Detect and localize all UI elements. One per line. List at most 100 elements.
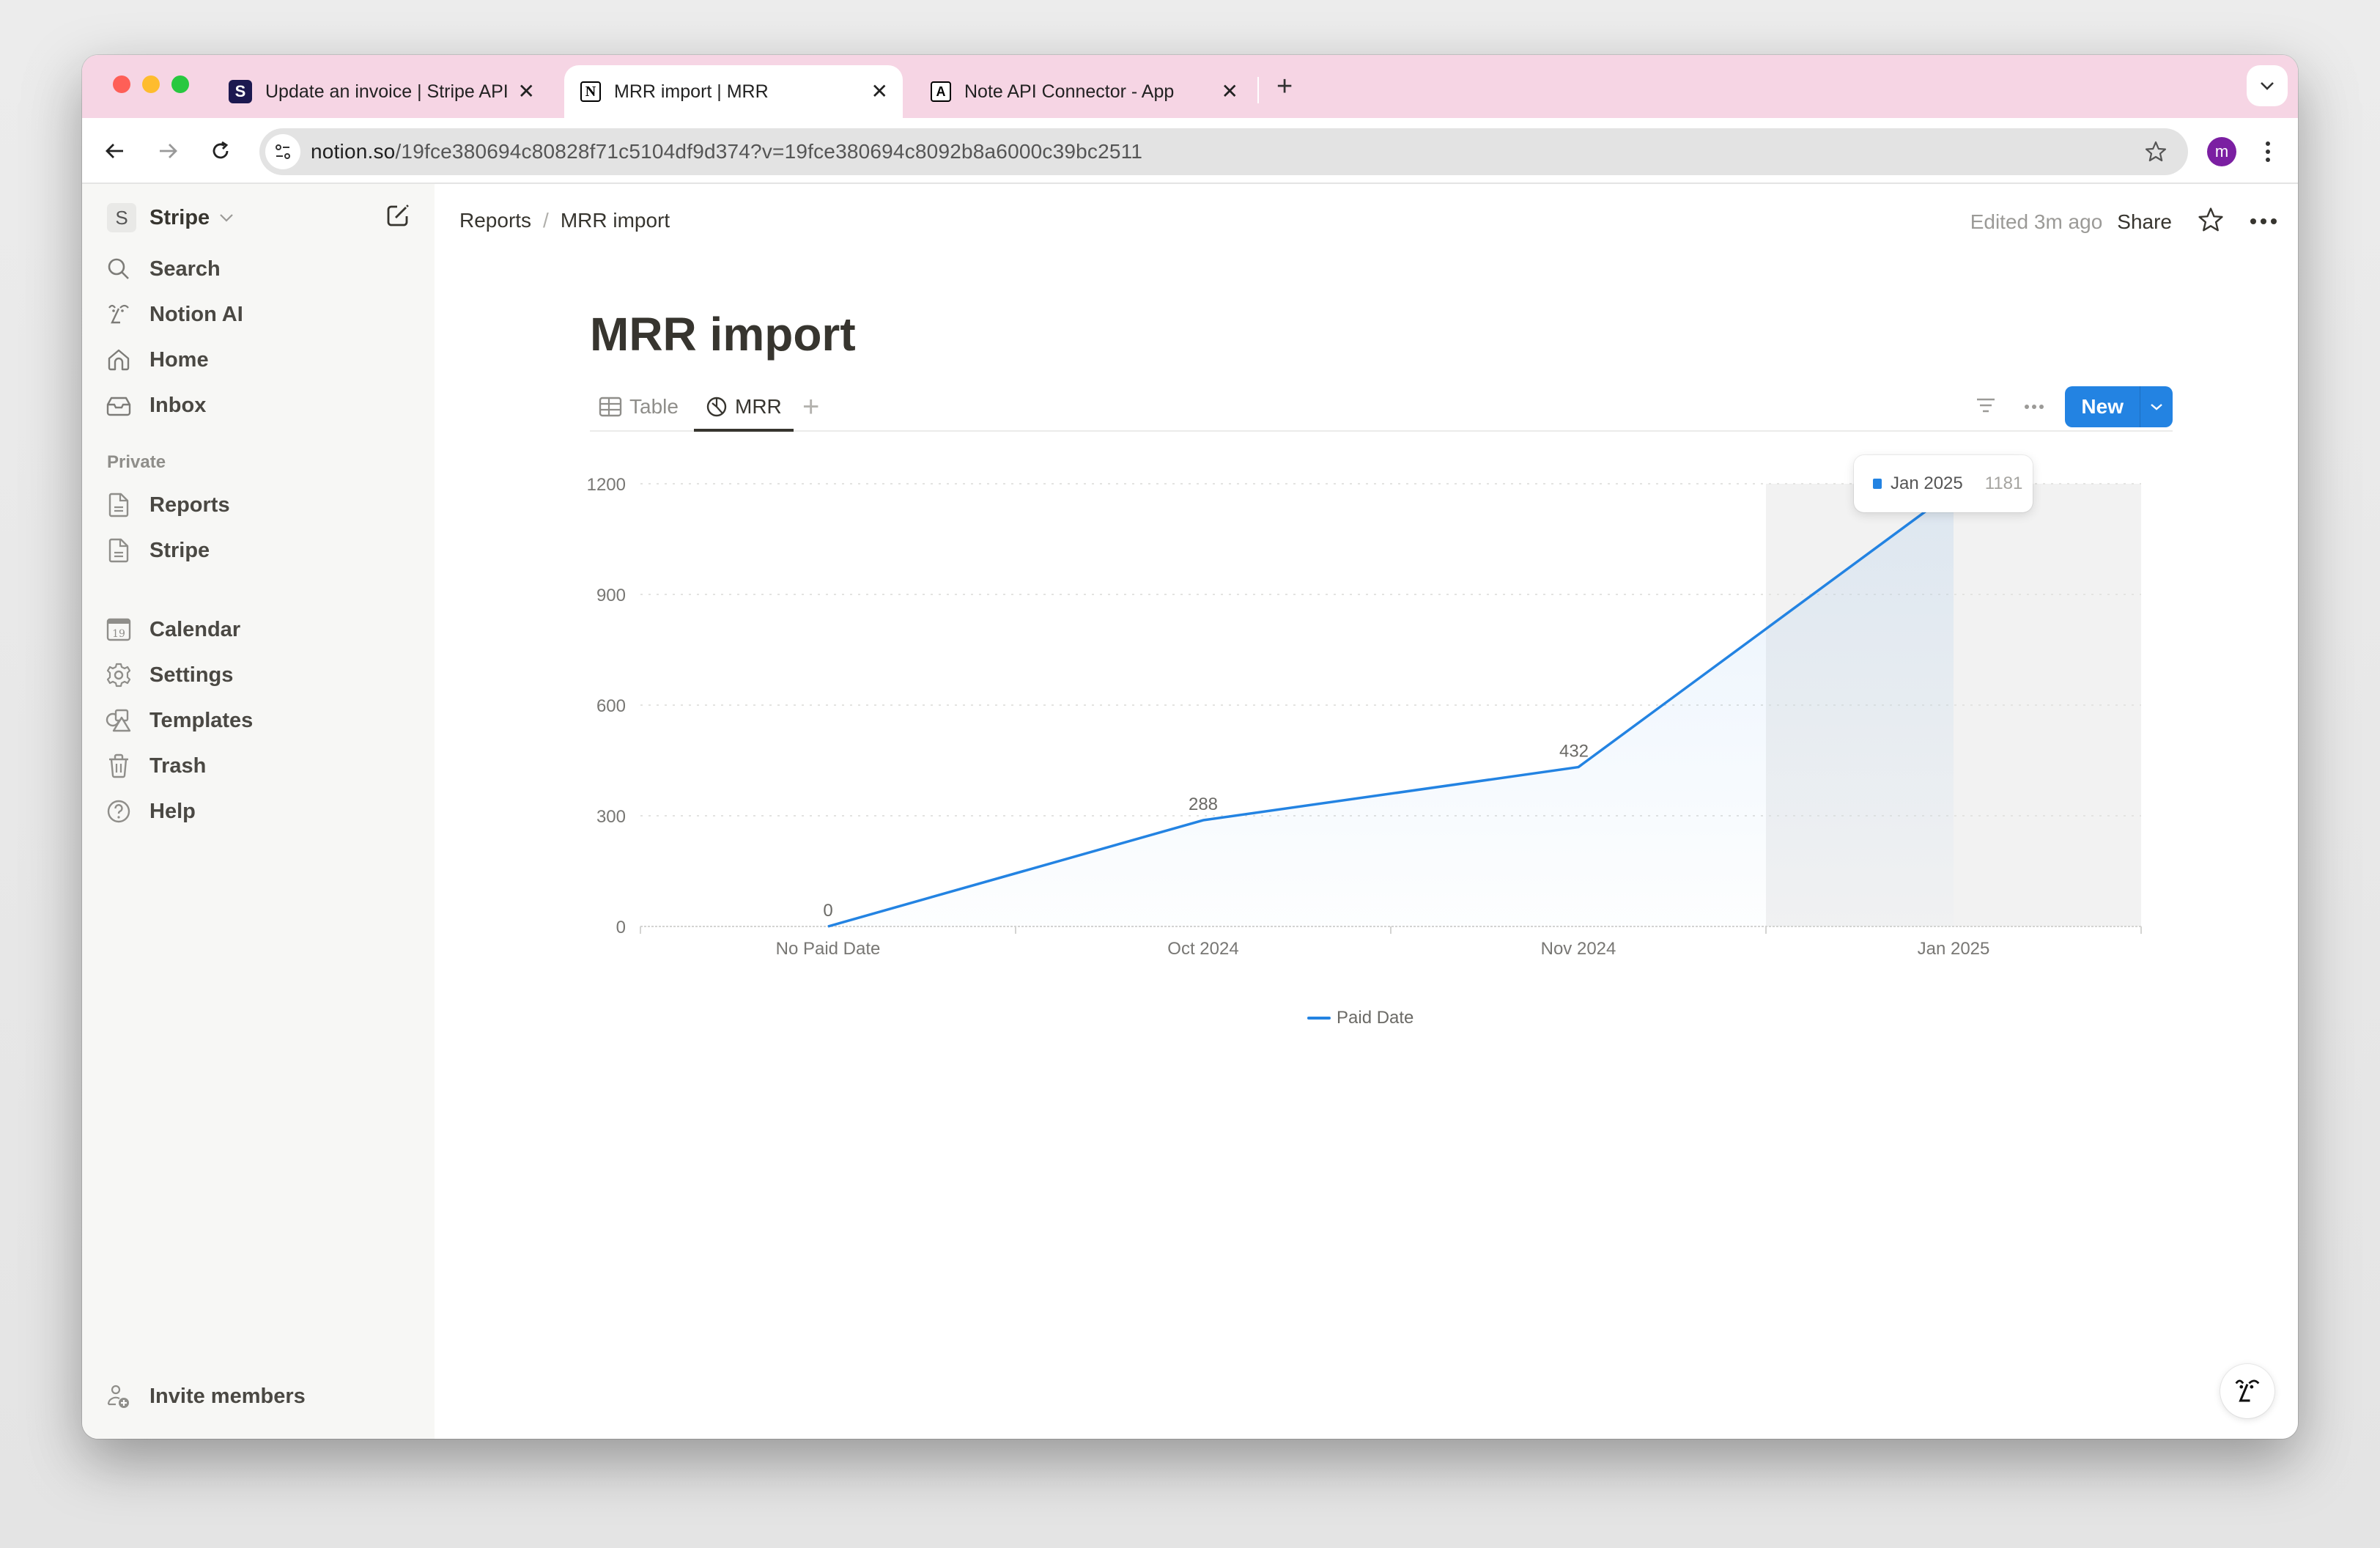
share-button[interactable]: Share	[2117, 210, 2172, 234]
tab-bar: S Update an invoice | Stripe API ✕ N MRR…	[82, 55, 2298, 118]
favorite-star-icon[interactable]	[2197, 206, 2225, 237]
invite-members-button[interactable]: Invite members	[104, 1376, 306, 1417]
sidebar-item-label: Settings	[149, 663, 234, 687]
browser-menu-icon[interactable]	[2257, 136, 2279, 168]
sidebar-item-settings[interactable]: Settings	[104, 655, 412, 696]
tooltip-value: 1181	[1984, 473, 2023, 493]
add-view-button[interactable]: +	[802, 392, 819, 421]
more-options-icon[interactable]	[2250, 215, 2277, 229]
new-tab-button[interactable]: +	[1276, 73, 1293, 100]
inbox-icon	[104, 391, 133, 420]
reload-button[interactable]	[202, 133, 239, 169]
tab-title: Note API Connector - App	[964, 81, 1175, 102]
arrow-left-icon	[106, 144, 123, 158]
sidebar-item-help[interactable]: Help	[104, 791, 412, 832]
sidebar-item-label: Help	[149, 799, 196, 823]
edited-timestamp[interactable]: Edited 3m ago	[1970, 210, 2103, 234]
view-options-icon[interactable]	[2024, 400, 2044, 413]
close-tab-icon[interactable]: ✕	[518, 81, 535, 102]
profile-avatar[interactable]: m	[2207, 137, 2236, 166]
browser-tab-api-connector[interactable]: A Note API Connector - App ✕	[914, 65, 1253, 118]
bookmark-star-icon[interactable]	[2144, 140, 2168, 167]
arrow-right-icon	[160, 144, 177, 158]
minimize-window-button[interactable]	[142, 75, 160, 93]
breadcrumb-item-current[interactable]: MRR import	[561, 209, 670, 232]
sidebar-item-notion-ai[interactable]: Notion AI	[104, 294, 412, 335]
view-tab-label: Table	[629, 395, 679, 418]
stripe-favicon-icon: S	[229, 80, 252, 103]
url-text[interactable]: notion.so/19fce380694c80828f71c5104df9d3…	[311, 140, 1142, 163]
page-icon	[104, 490, 133, 520]
tooltip-label: Jan 2025	[1891, 473, 1963, 493]
sidebar-item-label: Calendar	[149, 617, 241, 641]
new-page-button[interactable]	[385, 203, 410, 232]
calendar-icon: 19	[104, 615, 133, 644]
browser-tab-stripe[interactable]: S Update an invoice | Stripe API ✕	[212, 65, 550, 118]
sidebar-item-trash[interactable]: Trash	[104, 745, 412, 786]
chart-icon	[706, 397, 727, 417]
sidebar-item-label: Trash	[149, 753, 207, 778]
sidebar-item-search[interactable]: Search	[104, 248, 412, 290]
tab-title: MRR import | MRR	[614, 81, 769, 102]
sidebar: S Stripe Search Notion AI Home Inbox Pri…	[82, 184, 435, 1439]
sidebar-item-reports[interactable]: Reports	[104, 484, 412, 526]
notion-ai-button[interactable]	[2220, 1364, 2274, 1418]
chevron-down-icon	[2261, 82, 2274, 90]
page-icon	[104, 536, 133, 565]
sidebar-item-inbox[interactable]: Inbox	[104, 385, 412, 426]
section-label-private[interactable]: Private	[107, 452, 166, 473]
workspace-switcher[interactable]: S Stripe	[107, 203, 234, 232]
close-window-button[interactable]	[113, 75, 130, 93]
tab-search-button[interactable]	[2247, 65, 2288, 106]
tab-title: Update an invoice | Stripe API	[265, 81, 509, 102]
filter-icon[interactable]	[1976, 397, 1996, 418]
page-actions: Edited 3m ago Share	[1970, 206, 2277, 237]
close-tab-icon[interactable]: ✕	[1222, 81, 1238, 102]
view-toolbar: New	[1976, 386, 2173, 427]
table-icon	[599, 397, 622, 417]
legend-swatch	[1307, 1017, 1331, 1020]
notion-favicon-icon: N	[580, 81, 601, 102]
forward-button[interactable]	[149, 133, 186, 169]
address-bar[interactable]: notion.so/19fce380694c80828f71c5104df9d3…	[259, 128, 2188, 175]
add-user-icon	[104, 1382, 133, 1411]
chevron-down-icon	[220, 214, 233, 222]
chevron-down-icon	[2151, 404, 2162, 410]
tab-separator	[1257, 77, 1259, 103]
legend-label: Paid Date	[1337, 1008, 1414, 1028]
view-tab-label: MRR	[735, 395, 782, 418]
trash-icon	[104, 751, 133, 781]
back-button[interactable]	[97, 133, 133, 169]
workspace-name: Stripe	[149, 205, 210, 229]
new-button-label[interactable]: New	[2065, 386, 2140, 427]
new-button[interactable]: New	[2065, 386, 2173, 427]
sidebar-item-templates[interactable]: Templates	[104, 700, 412, 741]
maximize-window-button[interactable]	[171, 75, 189, 93]
main-content: Reports / MRR import Edited 3m ago Share…	[435, 184, 2298, 1439]
notion-ai-face-icon	[2235, 1379, 2260, 1402]
sidebar-item-label: Inbox	[149, 393, 207, 417]
sidebar-item-calendar[interactable]: 19 Calendar	[104, 609, 412, 650]
sidebar-item-label: Home	[149, 347, 209, 372]
tooltip-swatch	[1873, 479, 1882, 489]
templates-icon	[104, 706, 133, 735]
sidebar-item-label: Reports	[149, 493, 230, 517]
sidebar-item-home[interactable]: Home	[104, 339, 412, 380]
browser-window: S Update an invoice | Stripe API ✕ N MRR…	[82, 55, 2298, 1439]
sidebar-item-stripe[interactable]: Stripe	[104, 530, 412, 571]
page-title[interactable]: MRR import	[590, 307, 856, 361]
view-tab-table[interactable]: Table	[599, 383, 679, 430]
search-icon	[104, 254, 133, 284]
site-info-icon[interactable]	[265, 134, 300, 169]
view-tab-mrr[interactable]: MRR	[694, 383, 794, 432]
home-icon	[104, 345, 133, 375]
browser-tab-mrr[interactable]: N MRR import | MRR ✕	[564, 65, 903, 118]
workspace-icon: S	[107, 203, 136, 232]
sidebar-item-label: Stripe	[149, 538, 210, 562]
help-icon	[104, 797, 133, 826]
breadcrumb-item-reports[interactable]: Reports	[459, 209, 531, 232]
chart-legend[interactable]: Paid Date	[1307, 1008, 1413, 1028]
invite-members-label: Invite members	[149, 1384, 306, 1408]
new-dropdown-button[interactable]	[2140, 386, 2173, 427]
close-tab-icon[interactable]: ✕	[871, 81, 888, 102]
